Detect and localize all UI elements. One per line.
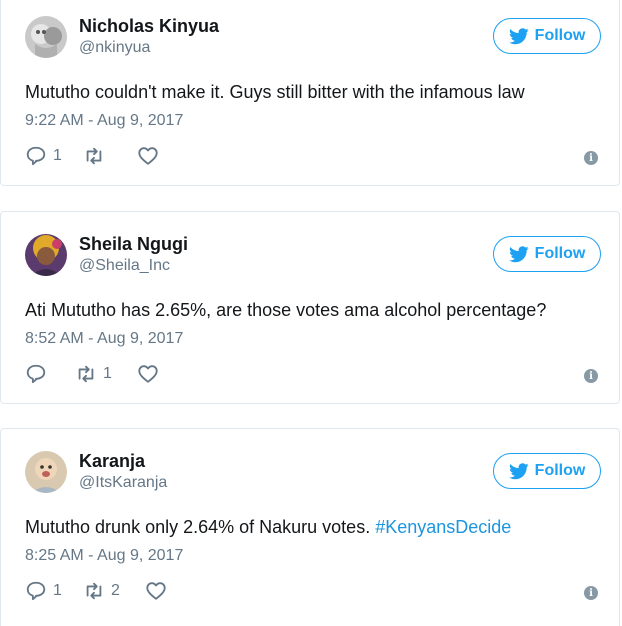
tweet-timestamp[interactable]: 9:22 AM - Aug 9, 2017 <box>25 112 183 130</box>
reply-button[interactable]: 1 <box>25 145 83 167</box>
reply-icon <box>26 364 46 384</box>
tweet-card: Sheila Ngugi @Sheila_Inc Follow Ati Mutu… <box>0 211 620 404</box>
reply-icon <box>26 146 46 166</box>
info-icon[interactable]: i <box>584 586 598 600</box>
heart-icon <box>138 147 158 165</box>
hashtag-link[interactable]: #KenyansDecide <box>375 517 511 537</box>
retweet-icon <box>78 365 94 383</box>
tweet-card: Nicholas Kinyua @nkinyua Follow Mututho … <box>0 0 620 186</box>
retweet-icon <box>86 147 102 165</box>
tweet-actions: 1 <box>25 362 165 386</box>
tweet-card: Karanja @ItsKaranja Follow Mututho drunk… <box>0 428 620 626</box>
avatar[interactable] <box>25 16 67 58</box>
like-button[interactable] <box>137 363 165 385</box>
tweet-timestamp[interactable]: 8:25 AM - Aug 9, 2017 <box>25 547 183 565</box>
retweet-count: 2 <box>111 582 120 599</box>
follow-label: Follow <box>534 245 586 262</box>
reply-count: 1 <box>53 582 62 599</box>
tweet-actions: 1 <box>25 144 165 168</box>
tweet-timestamp[interactable]: 8:52 AM - Aug 9, 2017 <box>25 330 183 348</box>
tweet-text: Ati Mututho has 2.65%, are those votes a… <box>25 300 546 321</box>
user-handle[interactable]: @nkinyua <box>79 39 150 57</box>
twitter-bird-icon <box>508 462 529 479</box>
tweet-text: Mututho couldn't make it. Guys still bit… <box>25 82 525 103</box>
tweet-text-body: Ati Mututho has 2.65%, are those votes a… <box>25 300 547 320</box>
heart-icon <box>138 365 158 383</box>
retweet-count: 1 <box>103 365 112 382</box>
display-name[interactable]: Sheila Ngugi <box>79 234 188 255</box>
avatar[interactable] <box>25 451 67 493</box>
info-icon[interactable]: i <box>584 369 598 383</box>
retweet-button[interactable]: 1 <box>75 363 137 385</box>
retweet-button[interactable]: 2 <box>83 580 145 602</box>
like-button[interactable] <box>137 145 165 167</box>
display-name[interactable]: Nicholas Kinyua <box>79 16 219 37</box>
retweet-icon <box>86 582 102 600</box>
display-name[interactable]: Karanja <box>79 451 145 472</box>
info-icon[interactable]: i <box>584 151 598 165</box>
tweet-text-body: Mututho couldn't make it. Guys still bit… <box>25 82 525 102</box>
reply-button[interactable]: 1 <box>25 580 83 602</box>
follow-label: Follow <box>534 27 586 44</box>
heart-icon <box>146 582 166 600</box>
reply-button[interactable] <box>25 363 75 385</box>
avatar[interactable] <box>25 234 67 276</box>
user-handle[interactable]: @ItsKaranja <box>79 474 167 492</box>
follow-label: Follow <box>534 462 586 479</box>
tweet-actions: 1 2 <box>25 579 173 603</box>
follow-button[interactable]: Follow <box>493 453 601 489</box>
twitter-bird-icon <box>508 245 529 262</box>
like-button[interactable] <box>145 580 173 602</box>
tweet-text-body: Mututho drunk only 2.64% of Nakuru votes… <box>25 517 376 537</box>
tweet-text: Mututho drunk only 2.64% of Nakuru votes… <box>25 517 511 538</box>
follow-button[interactable]: Follow <box>493 236 601 272</box>
reply-count: 1 <box>53 147 62 164</box>
user-handle[interactable]: @Sheila_Inc <box>79 257 170 275</box>
retweet-button[interactable] <box>83 145 137 167</box>
twitter-bird-icon <box>508 27 529 44</box>
reply-icon <box>26 581 46 601</box>
follow-button[interactable]: Follow <box>493 18 601 54</box>
